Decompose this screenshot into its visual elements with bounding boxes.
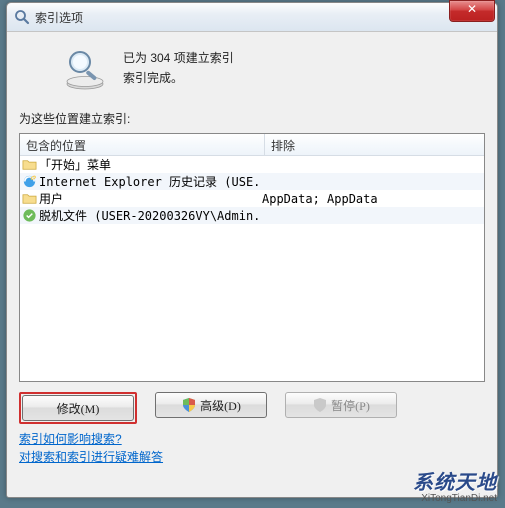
- watermark-url: XiTongTianDi.net: [413, 493, 497, 504]
- list-body: 「开始」菜单 Internet Explorer 历史记录 (USE... 用户: [20, 156, 484, 381]
- status-row: 已为 304 项建立索引 索引完成。: [63, 48, 485, 92]
- window-title: 索引选项: [35, 9, 83, 26]
- locations-section-label: 为这些位置建立索引:: [19, 110, 485, 127]
- list-item[interactable]: 用户 AppData; AppData: [20, 190, 484, 207]
- close-button[interactable]: ✕: [449, 0, 495, 22]
- list-item[interactable]: 「开始」菜单: [20, 156, 484, 173]
- shield-icon: [312, 397, 328, 413]
- modify-button[interactable]: 修改(M): [22, 395, 134, 421]
- status-text: 已为 304 项建立索引 索引完成。: [123, 48, 234, 92]
- button-label: 暂停(P): [331, 397, 370, 414]
- pause-button: 暂停(P): [285, 392, 397, 418]
- indexed-count-label: 已为 304 项建立索引: [123, 48, 234, 68]
- watermark: 系统天地 XiTongTianDi.net: [413, 466, 497, 504]
- search-title-icon: [14, 9, 30, 25]
- watermark-title: 系统天地: [413, 466, 497, 495]
- item-label: 脱机文件 (USER-20200326VY\Admin...: [39, 207, 260, 224]
- button-row: 修改(M) 高级(D) 暂停(P): [19, 392, 485, 424]
- column-header-exclude[interactable]: 排除: [265, 134, 484, 155]
- item-label: Internet Explorer 历史记录 (USE...: [39, 173, 260, 190]
- list-item[interactable]: Internet Explorer 历史记录 (USE...: [20, 173, 484, 190]
- dialog-content: 已为 304 项建立索引 索引完成。 为这些位置建立索引: 包含的位置 排除 「…: [7, 32, 497, 476]
- button-label: 修改(M): [57, 400, 100, 417]
- titlebar[interactable]: 索引选项 ✕: [7, 3, 497, 32]
- help-links: 索引如何影响搜索? 对搜索和索引进行疑难解答: [19, 430, 485, 466]
- advanced-button[interactable]: 高级(D): [155, 392, 267, 418]
- item-label: 「开始」菜单: [39, 156, 111, 173]
- index-complete-label: 索引完成。: [123, 68, 234, 88]
- indexing-options-dialog: 索引选项 ✕ 已为 304 项建立索引 索引完成。 为这些位置建立索引:: [6, 2, 498, 498]
- column-header-included[interactable]: 包含的位置: [20, 134, 265, 155]
- offline-files-icon: [22, 208, 37, 223]
- shield-icon: [181, 397, 197, 413]
- item-exclude: AppData; AppData: [260, 192, 484, 206]
- folder-icon: [22, 157, 37, 172]
- list-item[interactable]: 脱机文件 (USER-20200326VY\Admin...: [20, 207, 484, 224]
- ie-icon: [22, 174, 37, 189]
- help-link-search-impact[interactable]: 索引如何影响搜索?: [19, 430, 485, 448]
- folder-icon: [22, 191, 37, 206]
- help-link-troubleshoot[interactable]: 对搜索和索引进行疑难解答: [19, 448, 485, 466]
- highlight-annotation: 修改(M): [19, 392, 137, 424]
- close-icon: ✕: [467, 2, 477, 16]
- locations-list: 包含的位置 排除 「开始」菜单 Internet Explorer 历史记录 (…: [19, 133, 485, 382]
- item-label: 用户: [39, 190, 63, 207]
- button-label: 高级(D): [200, 397, 241, 414]
- list-header: 包含的位置 排除: [20, 134, 484, 156]
- magnifier-drive-icon: [63, 48, 107, 92]
